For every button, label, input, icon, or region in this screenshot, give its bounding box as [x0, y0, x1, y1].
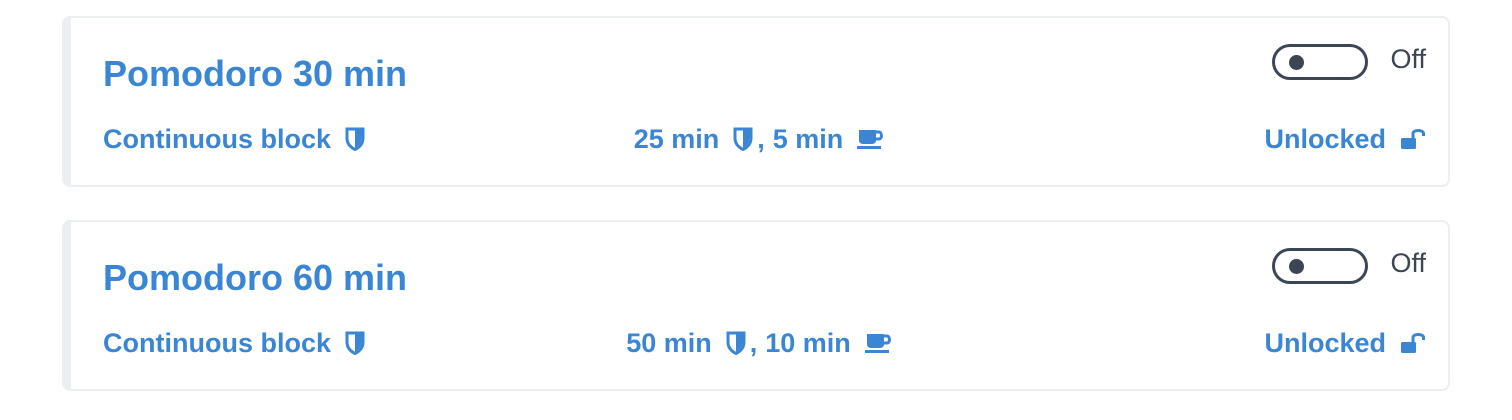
toggle-knob [1289, 55, 1305, 70]
unlock-icon [1400, 331, 1426, 355]
break-duration: 10 min [765, 328, 851, 358]
lock-status: Unlocked [1264, 326, 1426, 360]
schedule-card-pomodoro-30[interactable]: Pomodoro 30 min Off Continuous block 25 … [62, 16, 1450, 187]
coffee-cup-icon [857, 128, 885, 150]
toggle-switch[interactable] [1272, 44, 1369, 80]
enable-toggle[interactable]: Off [1272, 44, 1426, 80]
toggle-state-label: Off [1390, 44, 1426, 74]
card-title[interactable]: Pomodoro 60 min [103, 258, 407, 298]
interval-separator: , [757, 124, 765, 154]
shield-icon [733, 127, 753, 151]
focus-duration: 25 min [633, 124, 720, 154]
lock-status: Unlocked [1264, 122, 1426, 156]
break-duration: 5 min [772, 124, 844, 154]
focus-duration: 50 min [626, 328, 712, 358]
card-title[interactable]: Pomodoro 30 min [103, 54, 407, 94]
toggle-switch[interactable] [1272, 248, 1369, 284]
coffee-cup-icon [864, 332, 893, 354]
interval-separator: , [749, 328, 758, 358]
toggle-knob [1289, 259, 1305, 274]
unlock-icon [1400, 127, 1426, 151]
interval-info: 50 min , 10 min [71, 326, 1448, 360]
shield-icon [726, 331, 746, 355]
lock-status-label: Unlocked [1264, 124, 1386, 154]
schedule-card-pomodoro-60[interactable]: Pomodoro 60 min Off Continuous block 50 … [62, 220, 1450, 391]
toggle-state-label: Off [1390, 248, 1426, 278]
lock-status-label: Unlocked [1264, 328, 1386, 358]
enable-toggle[interactable]: Off [1272, 248, 1426, 284]
interval-info: 25 min , 5 min [71, 122, 1448, 156]
